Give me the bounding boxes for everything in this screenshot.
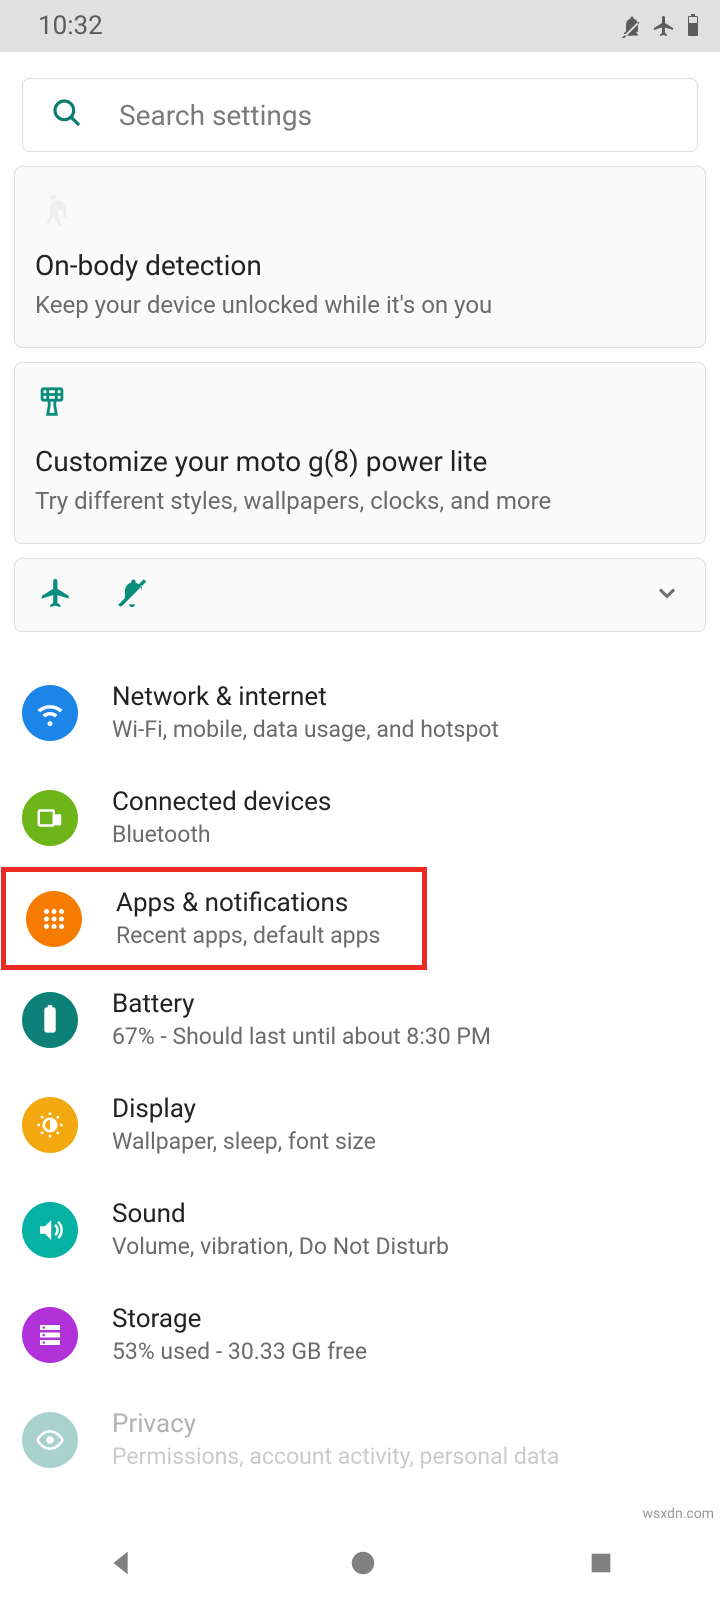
row-sound[interactable]: Sound Volume, vibration, Do Not Disturb bbox=[0, 1177, 720, 1282]
devices-icon bbox=[22, 790, 78, 846]
status-time: 10:32 bbox=[38, 11, 103, 41]
row-apps-sub: Recent apps, default apps bbox=[116, 922, 380, 949]
row-privacy[interactable]: Privacy Permissions, account activity, p… bbox=[0, 1387, 720, 1492]
search-settings[interactable]: Search settings bbox=[22, 78, 698, 152]
row-battery[interactable]: Battery 67% - Should last until about 8:… bbox=[0, 967, 720, 1072]
battery-status-icon bbox=[686, 14, 700, 38]
airplane-toggle-icon[interactable] bbox=[39, 576, 73, 614]
row-storage[interactable]: Storage 53% used - 30.33 GB free bbox=[0, 1282, 720, 1387]
onbody-title: On-body detection bbox=[35, 249, 685, 282]
row-network-sub: Wi-Fi, mobile, data usage, and hotspot bbox=[112, 716, 499, 743]
display-icon bbox=[22, 1097, 78, 1153]
nav-bar bbox=[0, 1530, 720, 1600]
row-display-sub: Wallpaper, sleep, font size bbox=[112, 1128, 376, 1155]
onbody-sub: Keep your device unlocked while it's on … bbox=[35, 290, 685, 321]
row-devices[interactable]: Connected devices Bluetooth bbox=[0, 765, 720, 870]
nav-back-button[interactable] bbox=[105, 1546, 139, 1584]
status-bar: 10:32 bbox=[0, 0, 720, 52]
row-display-title: Display bbox=[112, 1094, 376, 1124]
row-network-title: Network & internet bbox=[112, 682, 499, 712]
row-sound-title: Sound bbox=[112, 1199, 449, 1229]
row-privacy-title: Privacy bbox=[112, 1409, 559, 1439]
search-icon bbox=[51, 97, 83, 133]
dnd-off-icon bbox=[618, 14, 642, 38]
dnd-toggle-icon[interactable] bbox=[115, 576, 149, 614]
quick-toggle-card[interactable] bbox=[14, 558, 706, 632]
airplane-status-icon bbox=[652, 14, 676, 38]
nav-recent-button[interactable] bbox=[587, 1549, 615, 1581]
row-apps-title: Apps & notifications bbox=[116, 888, 380, 918]
customize-title: Customize your moto g(8) power lite bbox=[35, 445, 685, 478]
expand-icon[interactable] bbox=[653, 579, 681, 611]
search-placeholder: Search settings bbox=[119, 99, 312, 132]
row-network[interactable]: Network & internet Wi-Fi, mobile, data u… bbox=[0, 660, 720, 765]
walk-icon bbox=[35, 189, 685, 231]
wifi-icon bbox=[22, 685, 78, 741]
storage-icon bbox=[22, 1307, 78, 1363]
nav-home-button[interactable] bbox=[348, 1548, 378, 1582]
row-storage-sub: 53% used - 30.33 GB free bbox=[112, 1338, 367, 1365]
row-battery-title: Battery bbox=[112, 989, 491, 1019]
row-devices-sub: Bluetooth bbox=[112, 821, 331, 848]
privacy-icon bbox=[22, 1412, 78, 1468]
row-apps[interactable]: Apps & notifications Recent apps, defaul… bbox=[4, 870, 424, 967]
row-sound-sub: Volume, vibration, Do Not Disturb bbox=[112, 1233, 449, 1260]
row-display[interactable]: Display Wallpaper, sleep, font size bbox=[0, 1072, 720, 1177]
onbody-card[interactable]: On-body detection Keep your device unloc… bbox=[14, 166, 706, 348]
customize-card[interactable]: Customize your moto g(8) power lite Try … bbox=[14, 362, 706, 544]
brush-icon bbox=[35, 385, 685, 427]
row-devices-title: Connected devices bbox=[112, 787, 331, 817]
row-battery-sub: 67% - Should last until about 8:30 PM bbox=[112, 1023, 491, 1050]
battery-icon bbox=[22, 992, 78, 1048]
customize-sub: Try different styles, wallpapers, clocks… bbox=[35, 486, 685, 517]
watermark: wsxdn.com bbox=[643, 1506, 714, 1522]
row-storage-title: Storage bbox=[112, 1304, 367, 1334]
status-icons bbox=[618, 14, 700, 38]
settings-list: Network & internet Wi-Fi, mobile, data u… bbox=[0, 660, 720, 1492]
sound-icon bbox=[22, 1202, 78, 1258]
apps-icon bbox=[26, 891, 82, 947]
row-privacy-sub: Permissions, account activity, personal … bbox=[112, 1443, 559, 1470]
